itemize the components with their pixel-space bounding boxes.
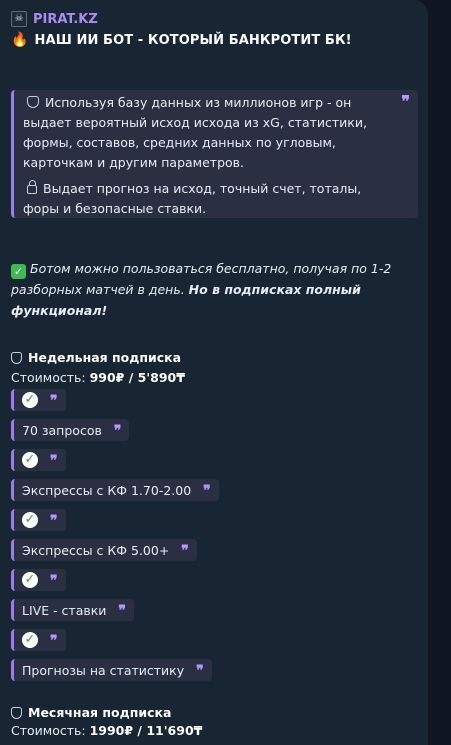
pirate-flag-icon: ☠	[11, 11, 27, 27]
quote-paragraph-2: Выдает прогноз на исход, точный счет, то…	[23, 180, 362, 216]
shield-icon	[27, 96, 39, 108]
check-circle-icon: ✓	[22, 392, 38, 408]
check-circle-icon: ✓	[22, 512, 38, 528]
quote-icon[interactable]: ❞	[196, 663, 204, 679]
feature-chip: Экспрессы с КФ 1.70-2.00 ❞	[11, 479, 219, 501]
check-chip: ✓ ❞	[11, 389, 66, 411]
quote-paragraph-1: Используя базу данных из миллионов игр -…	[23, 95, 367, 170]
check-circle-icon: ✓	[22, 452, 38, 468]
feature-label: Экспрессы с КФ 1.70-2.00	[22, 482, 192, 498]
feature-label: Прогнозы на статистику	[22, 662, 185, 678]
quote-icon[interactable]: ❞	[50, 633, 58, 649]
post-title-text: НАШ ИИ БОТ - КОТОРЫЙ БАНКРОТИТ БК!	[34, 32, 352, 48]
feature-label: 70 запросов	[22, 422, 102, 438]
feature-chip: LIVE - ставки ❞	[11, 599, 134, 621]
fire-icon: 🔥	[11, 32, 29, 48]
channel-name[interactable]: PIRAT.KZ	[33, 12, 98, 27]
quote-icon[interactable]: ❞	[50, 393, 58, 409]
quote-icon[interactable]: ❞	[401, 92, 410, 112]
quote-icon[interactable]: ❞	[114, 423, 122, 439]
check-chip: ✓ ❞	[11, 629, 66, 651]
feature-chip: 70 запросов ❞	[11, 419, 130, 441]
quote-icon[interactable]: ❞	[50, 513, 58, 529]
shield-icon	[11, 351, 22, 364]
channel-header[interactable]: ☠ PIRAT.KZ	[11, 11, 98, 27]
check-chip: ✓ ❞	[11, 569, 66, 591]
check-box-icon: ✓	[11, 264, 26, 279]
quote-icon[interactable]: ❞	[50, 453, 58, 469]
quote-icon[interactable]: ❞	[181, 543, 189, 559]
feature-chip: Прогнозы на статистику ❞	[11, 659, 212, 681]
check-chip: ✓ ❞	[11, 449, 66, 471]
feature-label: LIVE - ставки	[22, 602, 107, 618]
check-circle-icon: ✓	[22, 572, 38, 588]
monthly-subscription-title: Месячная подписка	[11, 705, 171, 720]
feature-label: Экспрессы с КФ 5.00+	[22, 542, 170, 558]
quote-icon[interactable]: ❞	[118, 603, 126, 619]
check-chip: ✓ ❞	[11, 509, 66, 531]
lock-icon	[27, 180, 37, 194]
quote-icon[interactable]: ❞	[50, 573, 58, 589]
shield-icon	[11, 706, 22, 719]
feature-quote: ❞ Используя базу данных из миллионов игр…	[11, 90, 418, 218]
quote-icon[interactable]: ❞	[203, 483, 211, 499]
weekly-subscription-title: Недельная подписка	[11, 350, 181, 365]
post-title: 🔥 НАШ ИИ БОТ - КОТОРЫЙ БАНКРОТИТ БК!	[11, 32, 352, 48]
free-usage-text: ✓ Ботом можно пользоваться бесплатно, пол…	[11, 261, 392, 318]
monthly-price: Стоимость: 1990₽ / 11'690₸	[11, 723, 203, 738]
check-circle-icon: ✓	[22, 632, 38, 648]
weekly-price: Стоимость: 990₽ / 5'890₸	[11, 370, 185, 385]
message-bubble: ☠ PIRAT.KZ 🔥 НАШ ИИ БОТ - КОТОРЫЙ БАНКРО…	[0, 0, 428, 745]
feature-chip: Экспрессы с КФ 5.00+ ❞	[11, 539, 197, 561]
